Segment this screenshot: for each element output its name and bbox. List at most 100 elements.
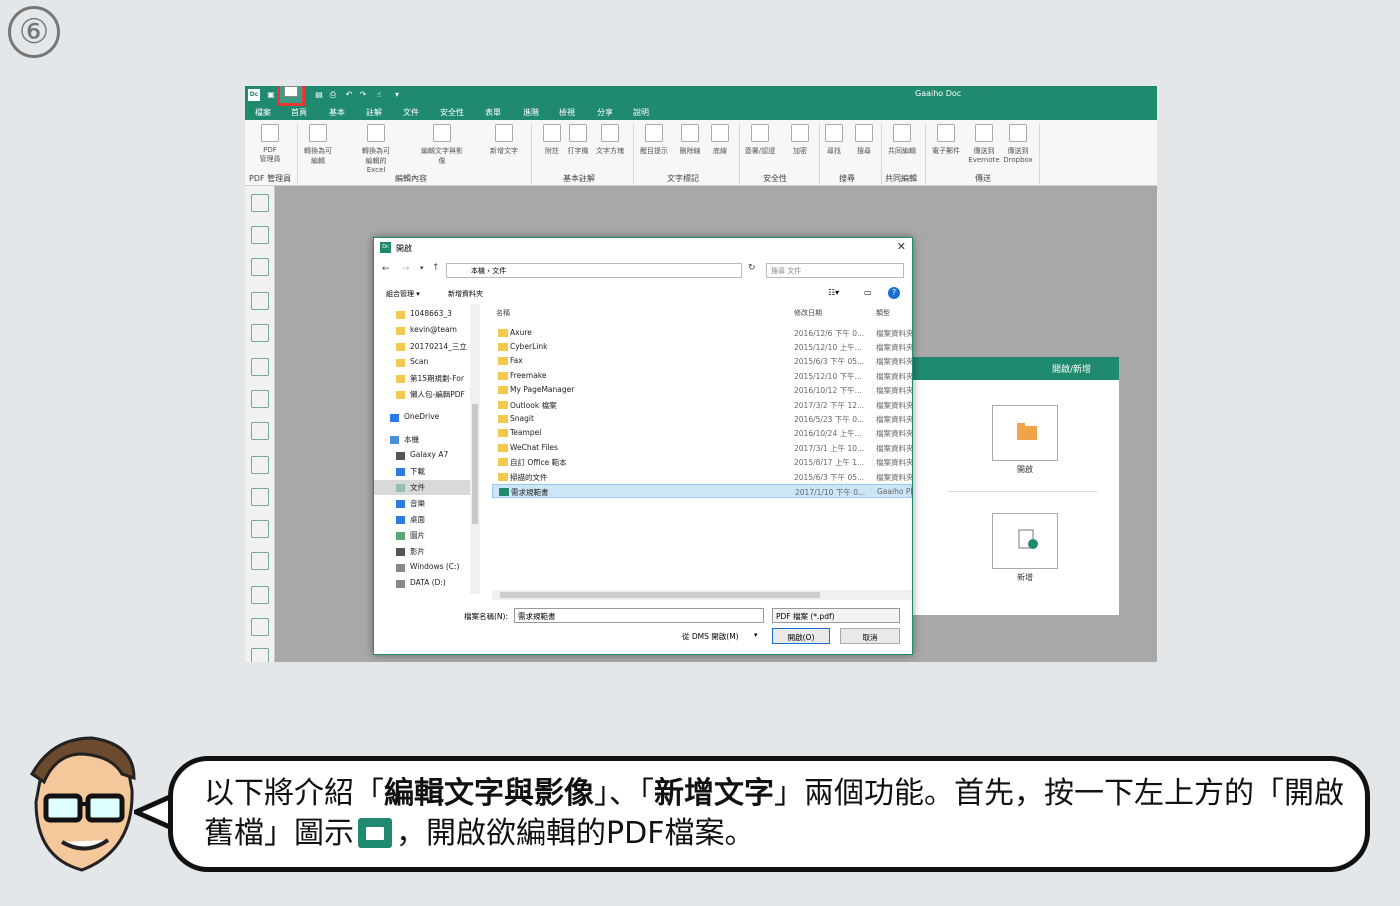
nav-item-this-pc[interactable]: 本機 (404, 434, 419, 445)
nav-item[interactable]: 圖片 (410, 530, 425, 541)
coedit-button[interactable]: 共同編輯 (885, 124, 919, 156)
horizontal-scrollbar[interactable] (492, 590, 912, 600)
stamp-icon[interactable] (251, 390, 269, 408)
address-bar[interactable]: 本機 › 文件 (446, 263, 742, 278)
hand-icon[interactable] (251, 194, 269, 212)
location-icon[interactable] (251, 552, 269, 570)
pdf-icon[interactable]: ▣ (265, 89, 277, 101)
refresh-icon[interactable]: ↻ (748, 263, 756, 273)
forward-icon[interactable]: → (402, 264, 410, 274)
highlight-button[interactable]: 醒目提示 (637, 124, 671, 156)
panel-open-button[interactable] (992, 405, 1058, 461)
recent-dropdown-icon[interactable]: ▾ (420, 264, 424, 272)
scroll-thumb[interactable] (472, 404, 478, 524)
nav-item[interactable]: 影片 (410, 546, 425, 557)
evernote-button[interactable]: 傳送到 Evernote (967, 124, 1001, 164)
chevron-down-icon[interactable]: ▾ (754, 631, 758, 639)
nav-item-documents[interactable]: 文件 (410, 482, 425, 493)
nav-item[interactable]: 下載 (410, 466, 425, 477)
panel-new-button[interactable] (992, 513, 1058, 569)
textbox-button[interactable]: 文字方塊 (593, 124, 627, 156)
tree-icon[interactable] (251, 586, 269, 604)
file-row-selected[interactable]: 需求規範書2017/1/10 下午 0...Gaaiho PDF (492, 484, 913, 498)
sign-button[interactable]: 簽署/認證 (743, 124, 777, 156)
file-row[interactable]: CyberLink 2015/12/10 上午... 檔案資料夾 (492, 340, 912, 354)
form-icon[interactable] (251, 358, 269, 376)
nav-item[interactable]: 懶人包-編輯PDF (410, 389, 465, 400)
dropbox-button[interactable]: 傳送到 Dropbox (1001, 124, 1035, 164)
file-row[interactable]: My PageManager 2016/10/12 下午... 檔案資料夾 (492, 383, 912, 397)
tag-icon[interactable] (251, 618, 269, 636)
menu-comment[interactable]: 註解 (366, 107, 382, 118)
nav-item[interactable]: 第15期規劃-For (410, 373, 464, 384)
add-text-button[interactable]: 新增文字 (487, 124, 521, 156)
breadcrumb-this-pc[interactable]: 本機 (471, 267, 485, 275)
convert-editable-button[interactable]: 轉換為可編輯 (301, 124, 335, 166)
close-icon[interactable]: ✕ (897, 240, 906, 253)
file-row[interactable]: Fax 2015/6/3 下午 05... 檔案資料夾 (492, 354, 912, 368)
back-icon[interactable]: ← (382, 264, 390, 274)
nav-item[interactable]: 20170214_三立 (410, 341, 467, 352)
breadcrumb-documents[interactable]: 文件 (492, 267, 506, 275)
nav-item[interactable]: Windows (C:) (410, 562, 459, 571)
hand-tool-icon[interactable]: ☝ (373, 89, 385, 101)
nav-item[interactable]: Scan (410, 357, 428, 366)
open-file-button[interactable] (277, 86, 305, 106)
nav-item[interactable]: 桌面 (410, 514, 425, 525)
comments-icon[interactable] (251, 520, 269, 538)
strikeout-button[interactable]: 刪除線 (673, 124, 707, 156)
file-row[interactable]: Teampel 2016/10/24 上午... 檔案資料夾 (492, 426, 912, 440)
open-button[interactable]: 開啟(O) (772, 628, 830, 644)
menu-security[interactable]: 安全性 (440, 107, 464, 118)
help-icon[interactable]: ? (888, 287, 900, 299)
nav-item-onedrive[interactable]: OneDrive (404, 412, 439, 421)
column-name[interactable]: 名稱 (496, 308, 510, 318)
menu-home[interactable]: 首頁 (291, 107, 307, 118)
file-row[interactable]: 掃描的文件 2015/6/3 下午 05... 檔案資料夾 (492, 470, 912, 484)
pages-icon[interactable] (251, 258, 269, 276)
menu-help[interactable]: 說明 (633, 107, 649, 118)
redo-icon[interactable]: ↷ (357, 89, 369, 101)
filetype-select[interactable]: PDF 檔案 (*.pdf) (772, 608, 900, 623)
save-icon[interactable]: ▤ (313, 89, 325, 101)
select-icon[interactable] (251, 226, 269, 244)
pdf-manager-button[interactable]: PDF 管理員 (253, 124, 287, 164)
typewriter-button[interactable]: 打字機 (561, 124, 595, 156)
thumbnails-icon[interactable] (251, 456, 269, 474)
undo-icon[interactable]: ↶ (343, 89, 355, 101)
customize-icon[interactable]: ▾ (391, 89, 403, 101)
menu-document[interactable]: 文件 (403, 107, 419, 118)
attachment-icon[interactable] (251, 488, 269, 506)
open-from-dms-button[interactable]: 從 DMS 開啟(M) (682, 631, 739, 642)
nav-item[interactable]: 音樂 (410, 498, 425, 509)
edit-text-image-button[interactable]: 編輯文字與影像 (421, 124, 463, 166)
menu-file[interactable]: 檔案 (255, 107, 271, 118)
menu-share[interactable]: 分享 (597, 107, 613, 118)
column-date[interactable]: 修改日期 (794, 308, 822, 318)
up-icon[interactable]: ↑ (432, 263, 440, 273)
encrypt-button[interactable]: 加密 (783, 124, 817, 156)
file-row[interactable]: Axure 2016/12/6 下午 0... 檔案資料夾 (492, 326, 912, 340)
convert-excel-button[interactable]: 轉換為可編輯的 Excel (359, 124, 393, 174)
organize-button[interactable]: 組合管理 ▾ (386, 289, 420, 299)
find-button[interactable]: 尋找 (817, 124, 851, 156)
edit-icon[interactable] (251, 292, 269, 310)
underline-button[interactable]: 底線 (703, 124, 737, 156)
nav-item[interactable]: DATA (D:) (410, 578, 446, 587)
file-row[interactable]: WeChat Files 2017/3/1 上午 10... 檔案資料夾 (492, 441, 912, 455)
file-row[interactable]: Snagit 2016/5/23 下午 0... 檔案資料夾 (492, 412, 912, 426)
file-row[interactable]: Outlook 檔案 2017/3/2 下午 12... 檔案資料夾 (492, 398, 912, 412)
view-icon[interactable]: ☷▾ (828, 288, 839, 297)
menu-view[interactable]: 檢視 (559, 107, 575, 118)
search-button[interactable]: 搜尋 (847, 124, 881, 156)
menu-form[interactable]: 表單 (485, 107, 501, 118)
scroll-thumb[interactable] (500, 592, 820, 598)
menu-basic[interactable]: 基本 (329, 107, 345, 118)
filename-input[interactable]: 需求規範書 (514, 608, 764, 623)
file-row[interactable]: Freemake 2015/12/10 下午... 檔案資料夾 (492, 369, 912, 383)
search-input[interactable]: 搜尋 文件 (766, 263, 904, 278)
new-folder-button[interactable]: 新增資料夾 (448, 289, 483, 299)
print-icon[interactable]: ⎙ (327, 89, 339, 101)
cancel-button[interactable]: 取消 (840, 628, 900, 644)
signature-icon[interactable] (251, 648, 269, 662)
